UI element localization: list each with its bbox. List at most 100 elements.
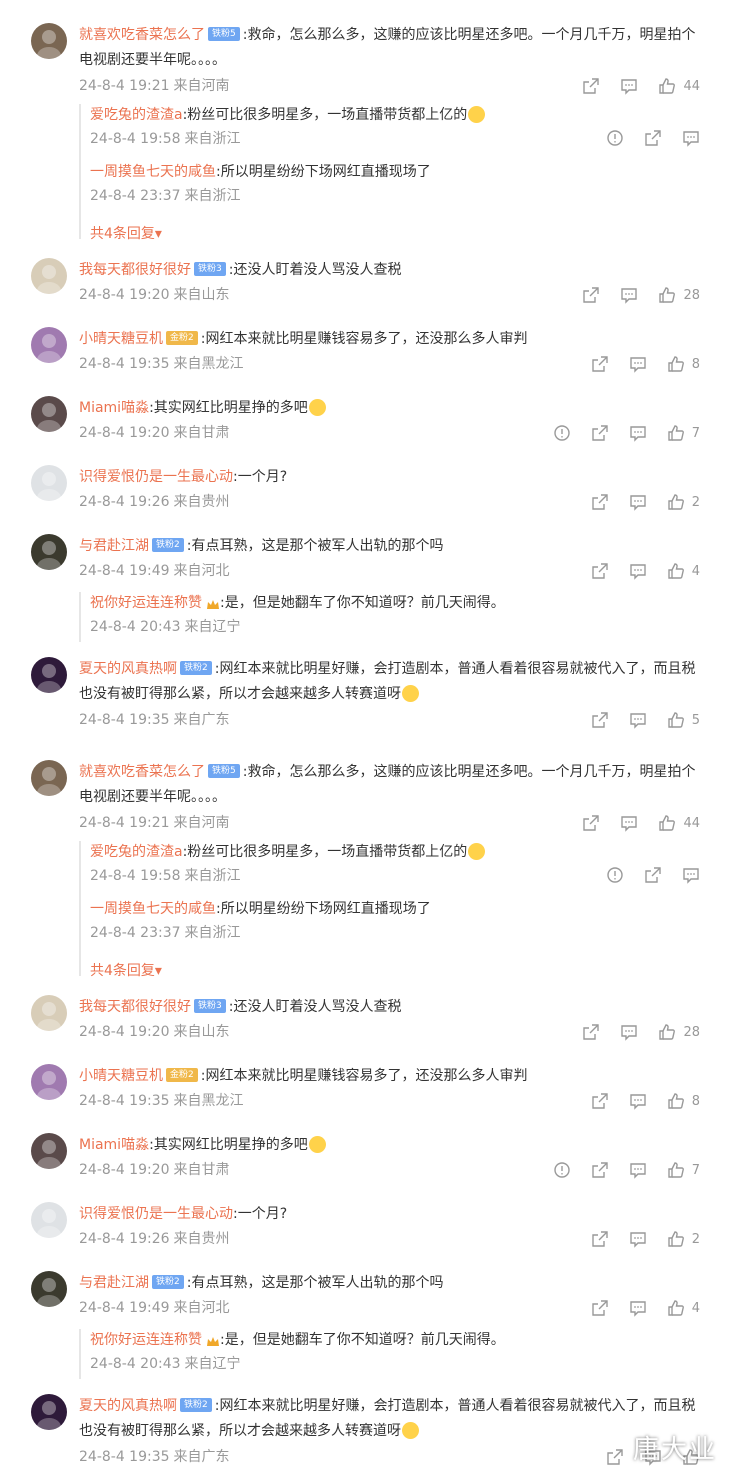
reply-button[interactable] [682,129,700,147]
username-link[interactable]: 与君赴江湖 [79,538,149,554]
avatar[interactable] [31,23,67,59]
like-count: 4 [691,563,700,579]
like-button[interactable]: 8 [667,355,700,373]
reply-button[interactable] [620,77,638,95]
share-button[interactable] [591,355,609,373]
reply-button[interactable] [629,355,647,373]
share-button[interactable] [591,424,609,442]
like-button[interactable]: 2 [667,493,700,511]
reply-button[interactable] [629,493,647,511]
report-button[interactable] [606,129,624,147]
share-button[interactable] [591,1092,609,1110]
username-link[interactable]: 与君赴江湖 [79,1275,149,1291]
reply-button[interactable] [629,1230,647,1248]
avatar[interactable] [31,1271,67,1307]
reply-body: :粉丝可比很多明星多，一场直播带货都上亿的 [182,107,468,123]
username-link[interactable]: 我每天都很好很好 [79,262,191,278]
avatar[interactable] [31,1064,67,1100]
like-button[interactable]: 5 [667,711,700,729]
reply-button[interactable] [629,711,647,729]
reply-button[interactable] [629,562,647,580]
avatar[interactable] [31,760,67,796]
like-button[interactable]: 4 [667,562,700,580]
avatar[interactable] [31,1133,67,1169]
reply-text: 祝你好运连连称赞 :是，但是她翻车了你不知道呀？前几天闹得。 [90,592,700,614]
username-link[interactable]: Miami喵淼 [79,1137,149,1153]
reply-username-link[interactable]: 一周摸鱼七天的咸鱼 [90,164,216,180]
username-link[interactable]: 夏天的风真热啊 [79,661,177,677]
like-button[interactable]: 44 [658,814,700,832]
share-button[interactable] [644,129,662,147]
share-button[interactable] [591,1161,609,1179]
reply-username-link[interactable]: 一周摸鱼七天的咸鱼 [90,901,216,917]
share-button[interactable] [644,866,662,884]
reply-username-link[interactable]: 祝你好运连连称赞 [90,1332,202,1348]
username-link[interactable]: 我每天都很好很好 [79,999,191,1015]
like-button[interactable]: 44 [658,77,700,95]
username-link[interactable]: Miami喵淼 [79,400,149,416]
more-replies-link[interactable]: 共4条回复▾ [90,224,162,244]
reply-username-link[interactable]: 爱吃兔的渣渣a [90,844,183,860]
like-count: 2 [691,1231,700,1247]
reply-button[interactable] [629,424,647,442]
comment-text: 我每天都很好很好 铁粉3:还没人盯着没人骂没人查税 [79,995,703,1020]
username-link[interactable]: 识得爱恨仍是一生最心动 [79,469,233,485]
laugh-emoji-icon [468,105,486,123]
reply-body: :是，但是她翻车了你不知道呀？前几天闹得。 [220,595,505,611]
comment-actions: 5 [571,710,700,730]
like-button[interactable]: 7 [667,424,700,442]
username-link[interactable]: 夏天的风真热啊 [79,1398,177,1414]
reply-button[interactable] [620,286,638,304]
share-button[interactable] [582,286,600,304]
avatar[interactable] [31,258,67,294]
like-button[interactable]: 28 [658,286,700,304]
avatar[interactable] [31,995,67,1031]
like-button[interactable]: 8 [667,1092,700,1110]
report-button[interactable] [553,1161,571,1179]
avatar[interactable] [31,396,67,432]
share-button[interactable] [591,711,609,729]
like-button[interactable]: 28 [658,1023,700,1041]
more-replies-link[interactable]: 共4条回复▾ [90,961,162,981]
report-icon [553,424,571,442]
reply-text: 祝你好运连连称赞:是，但是她翻车了你不知道呀？前几天闹得。 [90,1329,700,1351]
username-link[interactable]: 识得爱恨仍是一生最心动 [79,1206,233,1222]
share-button[interactable] [591,562,609,580]
username-link[interactable]: 就喜欢吃香菜怎么了 [79,764,205,780]
share-button[interactable] [591,1299,609,1317]
reply-button[interactable] [629,1092,647,1110]
reply-button[interactable] [620,1023,638,1041]
share-button[interactable] [582,77,600,95]
avatar[interactable] [31,1394,67,1430]
reply-username-link[interactable]: 爱吃兔的渣渣a [90,107,183,123]
reply-button[interactable] [620,814,638,832]
reply-username-link[interactable]: 祝你好运连连称赞 [90,595,202,611]
share-button[interactable] [582,1023,600,1041]
username-link[interactable]: 小晴天糖豆机 [79,1068,163,1084]
share-button[interactable] [582,814,600,832]
share-button[interactable] [591,1230,609,1248]
comment-meta: 24-8-4 19:49 来自河北 [79,1298,230,1318]
share-button[interactable] [606,1448,624,1466]
like-button[interactable]: 7 [667,1161,700,1179]
comment-location: 来自广东 [173,712,230,728]
comment-item: 与君赴江湖 铁粉2:有点耳熟，这是那个被军人出轨的那个吗 24-8-4 19:49 来… [0,534,731,642]
share-button[interactable] [591,493,609,511]
avatar[interactable] [31,1202,67,1238]
username-link[interactable]: 小晴天糖豆机 [79,331,163,347]
like-button[interactable]: 2 [667,1230,700,1248]
username-link[interactable]: 就喜欢吃香菜怎么了 [79,27,205,43]
comment-icon [629,1299,647,1317]
report-button[interactable] [606,866,624,884]
comment-body: :还没人盯着没人骂没人查税 [228,262,402,278]
avatar[interactable] [31,327,67,363]
report-button[interactable] [553,424,571,442]
reply-button[interactable] [682,866,700,884]
reply-button[interactable] [629,1161,647,1179]
avatar[interactable] [31,465,67,501]
avatar[interactable] [31,534,67,570]
like-count: 44 [683,78,700,94]
like-button[interactable]: 4 [667,1299,700,1317]
avatar[interactable] [31,657,67,693]
reply-button[interactable] [629,1299,647,1317]
